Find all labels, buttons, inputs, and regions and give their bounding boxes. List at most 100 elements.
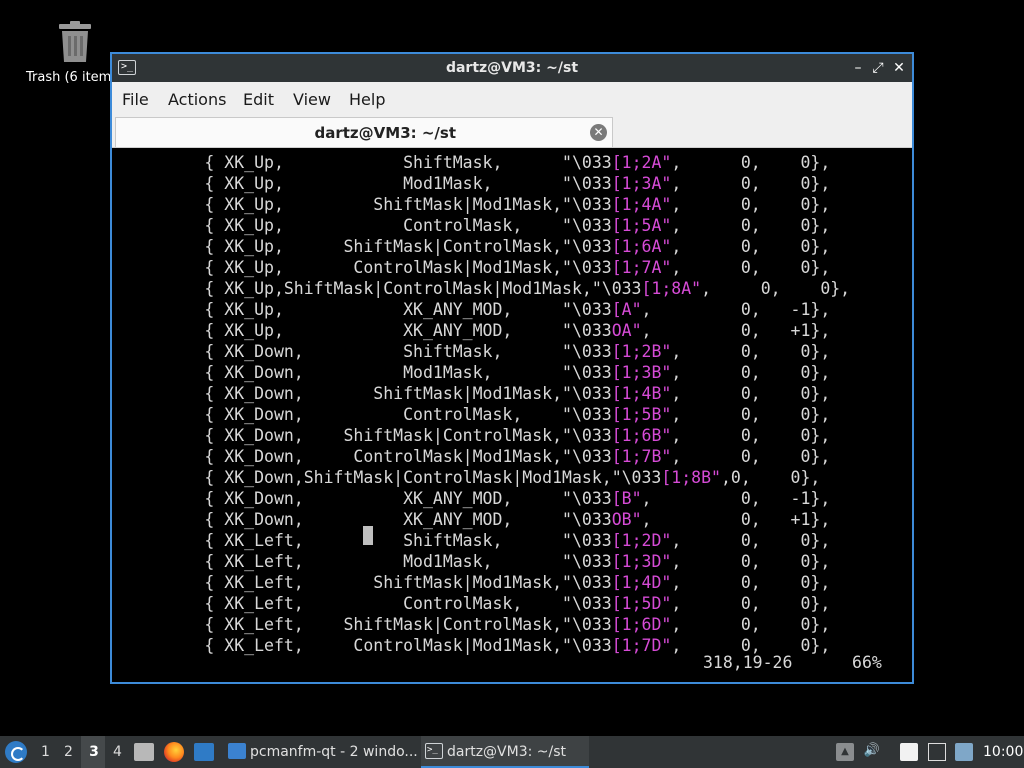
volume-icon[interactable]: 🔊 xyxy=(863,743,881,761)
terminal-line: { XK_Up, XK_ANY_MOD, "\033OA", 0, +1}, xyxy=(115,320,830,341)
escape-sequence: [1;2A" xyxy=(611,153,672,172)
tab-terminal[interactable]: dartz@VM3: ~/st ✕ xyxy=(115,117,613,147)
update-notifier-icon[interactable] xyxy=(955,743,973,761)
menu-edit[interactable]: Edit xyxy=(243,90,274,109)
code-text: , 0, -1}, xyxy=(641,489,831,508)
terminal-line: { XK_Up, ShiftMask, "\033[1;2A", 0, 0}, xyxy=(115,152,830,173)
trash-label: Trash (6 item xyxy=(26,70,112,85)
code-text: , 0, 0}, xyxy=(671,447,831,466)
code-text: { XK_Up, ControlMask|Mod1Mask,"\033 xyxy=(115,258,612,277)
window-titlebar[interactable]: >_ dartz@VM3: ~/st – ⤢ ✕ xyxy=(112,54,912,82)
menu-view[interactable]: View xyxy=(293,90,331,109)
terminal-line: { XK_Up, ControlMask|Mod1Mask,"\033[1;7A… xyxy=(115,257,830,278)
code-text: { XK_Left, ControlMask, "\033 xyxy=(115,594,612,613)
escape-sequence: [1;3D" xyxy=(611,552,672,571)
file-manager-launcher-icon[interactable] xyxy=(134,743,154,761)
start-menu-icon[interactable] xyxy=(5,741,27,763)
code-text: , 0, 0}, xyxy=(671,426,831,445)
code-text: , 0, 0}, xyxy=(671,573,831,592)
code-text: , 0, 0}, xyxy=(671,384,831,403)
terminal-line: { XK_Down, ControlMask, "\033[1;5B", 0, … xyxy=(115,404,830,425)
terminal-line: { XK_Left, ShiftMask|Mod1Mask,"\033[1;4D… xyxy=(115,572,830,593)
code-text: , 0, 0}, xyxy=(671,216,831,235)
escape-sequence: [1;4B" xyxy=(611,384,672,403)
menu-help[interactable]: Help xyxy=(349,90,385,109)
workspace-2[interactable]: 2 xyxy=(64,744,73,760)
code-text: , 0, 0}, xyxy=(671,531,831,550)
workspace-3[interactable]: 3 xyxy=(86,744,102,760)
escape-sequence: [1;4D" xyxy=(611,573,672,592)
task-label-pcmanfm: pcmanfm-qt - 2 windo... xyxy=(250,744,418,760)
escape-sequence: OA" xyxy=(611,321,642,340)
code-text: , 0, 0}, xyxy=(671,237,831,256)
task-terminal[interactable]: >_ dartz@VM3: ~/st xyxy=(421,736,589,768)
folder-icon xyxy=(228,743,246,759)
code-text: , 0, 0}, xyxy=(671,342,831,361)
terminal-line: { XK_Down, XK_ANY_MOD, "\033OB", 0, +1}, xyxy=(115,509,830,530)
tab-close-icon[interactable]: ✕ xyxy=(590,124,607,141)
code-text: { XK_Down, ControlMask, "\033 xyxy=(115,405,612,424)
terminal-line: { XK_Up, ControlMask, "\033[1;5A", 0, 0}… xyxy=(115,215,830,236)
escape-sequence: [1;5D" xyxy=(611,594,672,613)
clipboard-icon[interactable] xyxy=(900,743,918,761)
terminal-line: { XK_Up, Mod1Mask, "\033[1;3A", 0, 0}, xyxy=(115,173,830,194)
code-text: , 0, 0}, xyxy=(671,636,831,655)
terminal-line: { XK_Up,ShiftMask|ControlMask|Mod1Mask,"… xyxy=(115,278,850,299)
escape-sequence: [1;3B" xyxy=(611,363,672,382)
terminal-line: { XK_Left, ShiftMask|ControlMask,"\033[1… xyxy=(115,614,830,635)
terminal-line: { XK_Down, ShiftMask|ControlMask,"\033[1… xyxy=(115,425,830,446)
firefox-launcher-icon[interactable] xyxy=(164,742,184,762)
code-text: { XK_Left, ShiftMask|ControlMask,"\033 xyxy=(115,615,612,634)
network-icon[interactable] xyxy=(928,743,946,761)
code-text: , 0, 0}, xyxy=(671,615,831,634)
escape-sequence: [1;6A" xyxy=(611,237,672,256)
escape-sequence: [B" xyxy=(611,489,642,508)
terminal-output[interactable]: 318,19-26 66% { XK_Up, ShiftMask, "\033[… xyxy=(112,149,912,682)
code-text: , 0, 0}, xyxy=(671,405,831,424)
workspace-1[interactable]: 1 xyxy=(41,744,50,760)
menu-file[interactable]: File xyxy=(122,90,149,109)
code-text: { XK_Up, ShiftMask|Mod1Mask,"\033 xyxy=(115,195,612,214)
workspace-4[interactable]: 4 xyxy=(113,744,122,760)
minimize-button[interactable]: – xyxy=(849,59,867,77)
escape-sequence: [1;2D" xyxy=(611,531,672,550)
show-desktop-icon[interactable] xyxy=(194,743,214,761)
menubar: File Actions Edit View Help xyxy=(112,82,912,114)
tab-label: dartz@VM3: ~/st xyxy=(314,124,457,142)
tray-expand-icon[interactable]: ▲ xyxy=(836,743,854,761)
code-text: { XK_Up, XK_ANY_MOD, "\033 xyxy=(115,300,612,319)
escape-sequence: [1;6B" xyxy=(611,426,672,445)
code-text: , 0, 0}, xyxy=(671,594,831,613)
menu-actions[interactable]: Actions xyxy=(168,90,226,109)
trash-desktop-icon[interactable]: Trash (6 item xyxy=(22,20,122,92)
escape-sequence: [1;3A" xyxy=(611,174,672,193)
terminal-line: { XK_Down, ShiftMask|Mod1Mask,"\033[1;4B… xyxy=(115,383,830,404)
code-text: , 0, 0}, xyxy=(671,552,831,571)
escape-sequence: [1;6D" xyxy=(611,615,672,634)
terminal-line: { XK_Down, ControlMask|Mod1Mask,"\033[1;… xyxy=(115,446,830,467)
code-text: , 0, 0}, xyxy=(671,258,831,277)
window-title: dartz@VM3: ~/st xyxy=(445,60,579,76)
maximize-button[interactable]: ⤢ xyxy=(869,59,887,77)
escape-sequence: [1;7A" xyxy=(611,258,672,277)
code-text: { XK_Left, ControlMask|Mod1Mask,"\033 xyxy=(115,636,612,655)
code-text: , 0, +1}, xyxy=(641,321,831,340)
taskbar: 1 2 3 4 pcmanfm-qt - 2 windo... >_ dartz… xyxy=(0,736,1024,768)
code-text: { XK_Down, XK_ANY_MOD, "\033 xyxy=(115,489,612,508)
task-pcmanfm[interactable]: pcmanfm-qt - 2 windo... xyxy=(224,736,420,768)
code-text: { XK_Left, ShiftMask|Mod1Mask,"\033 xyxy=(115,573,612,592)
code-text: { XK_Up, Mod1Mask, "\033 xyxy=(115,174,612,193)
terminal-line: { XK_Down,ShiftMask|ControlMask|Mod1Mask… xyxy=(115,467,820,488)
terminal-line: { XK_Down, XK_ANY_MOD, "\033[B", 0, -1}, xyxy=(115,488,830,509)
terminal-line: { XK_Up, XK_ANY_MOD, "\033[A", 0, -1}, xyxy=(115,299,830,320)
code-text: { XK_Left, ShiftMask, "\033 xyxy=(115,531,612,550)
code-text: { XK_Up, ControlMask, "\033 xyxy=(115,216,612,235)
code-text: , 0, 0}, xyxy=(671,153,831,172)
desktop: Trash (6 item >_ dartz@VM3: ~/st – ⤢ ✕ F… xyxy=(0,0,1024,768)
terminal-line: { XK_Left, ControlMask|Mod1Mask,"\033[1;… xyxy=(115,635,830,656)
code-text: { XK_Left, Mod1Mask, "\033 xyxy=(115,552,612,571)
terminal-line: { XK_Down, Mod1Mask, "\033[1;3B", 0, 0}, xyxy=(115,362,830,383)
escape-sequence: [1;5A" xyxy=(611,216,672,235)
close-button[interactable]: ✕ xyxy=(890,59,908,77)
clock[interactable]: 10:00 xyxy=(983,744,1023,760)
